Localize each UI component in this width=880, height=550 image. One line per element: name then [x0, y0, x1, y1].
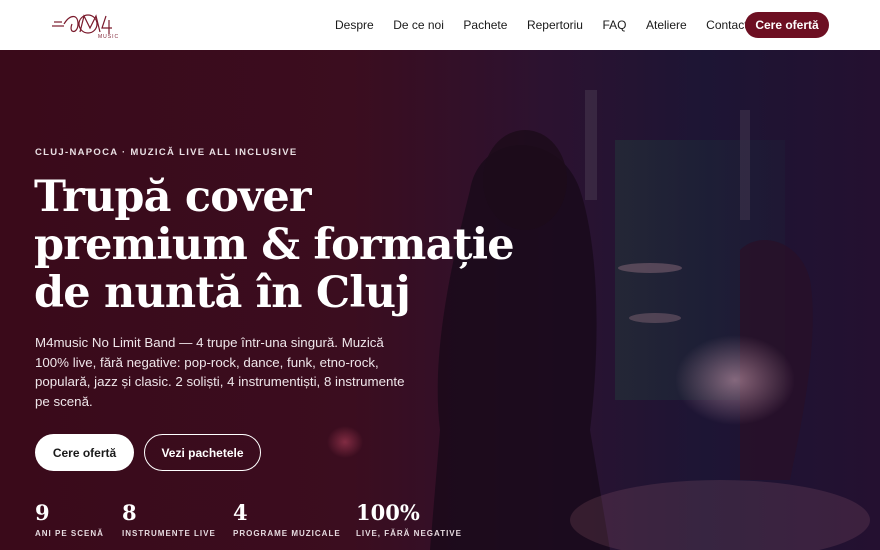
- hero-request-offer-button[interactable]: Cere ofertă: [35, 434, 134, 471]
- nav-item-faq[interactable]: FAQ: [602, 18, 626, 32]
- nav-item-ateliere[interactable]: Ateliere: [646, 18, 687, 32]
- stat-live: 100% LIVE, FĂRĂ NEGATIVE: [356, 500, 462, 539]
- stat-label: LIVE, FĂRĂ NEGATIVE: [356, 529, 462, 538]
- view-packages-button[interactable]: Vezi pachetele: [144, 434, 261, 471]
- nav-item-despre[interactable]: Despre: [335, 18, 374, 32]
- stat-instruments: 8 INSTRUMENTE LIVE: [122, 500, 216, 539]
- nav-item-de-ce-noi[interactable]: De ce noi: [393, 18, 444, 32]
- stat-years: 9 ANI PE SCENĂ: [35, 500, 104, 539]
- stat-value: 4: [233, 500, 248, 525]
- stat-value: 100%: [356, 500, 420, 525]
- hero-description: M4music No Limit Band — 4 trupe într-una…: [35, 335, 405, 409]
- stat-value: 9: [35, 500, 50, 525]
- request-offer-button[interactable]: Cere ofertă: [745, 12, 829, 38]
- stat-label: PROGRAME MUZICALE: [233, 529, 341, 538]
- svg-text:MUSIC: MUSIC: [98, 34, 119, 40]
- nav-item-pachete[interactable]: Pachete: [463, 18, 507, 32]
- hero-eyebrow: CLUJ-NAPOCA · MUZICĂ LIVE ALL INCLUSIVE: [35, 147, 298, 158]
- hero-section: CLUJ-NAPOCA · MUZICĂ LIVE ALL INCLUSIVE …: [0, 50, 880, 550]
- main-nav: Despre De ce noi Pachete Repertoriu FAQ …: [335, 0, 767, 50]
- m4music-logo[interactable]: MUSIC: [50, 10, 132, 40]
- stat-label: ANI PE SCENĂ: [35, 529, 104, 538]
- stat-programs: 4 PROGRAME MUZICALE: [233, 500, 341, 539]
- nav-item-repertoriu[interactable]: Repertoriu: [527, 18, 583, 32]
- stat-label: INSTRUMENTE LIVE: [122, 529, 216, 538]
- hero-title: Trupă cover premium & formație de nuntă …: [34, 172, 515, 318]
- nav-item-contact[interactable]: Contact: [706, 18, 747, 32]
- stat-value: 8: [122, 500, 137, 525]
- site-header: MUSIC Despre De ce noi Pachete Repertori…: [0, 0, 880, 50]
